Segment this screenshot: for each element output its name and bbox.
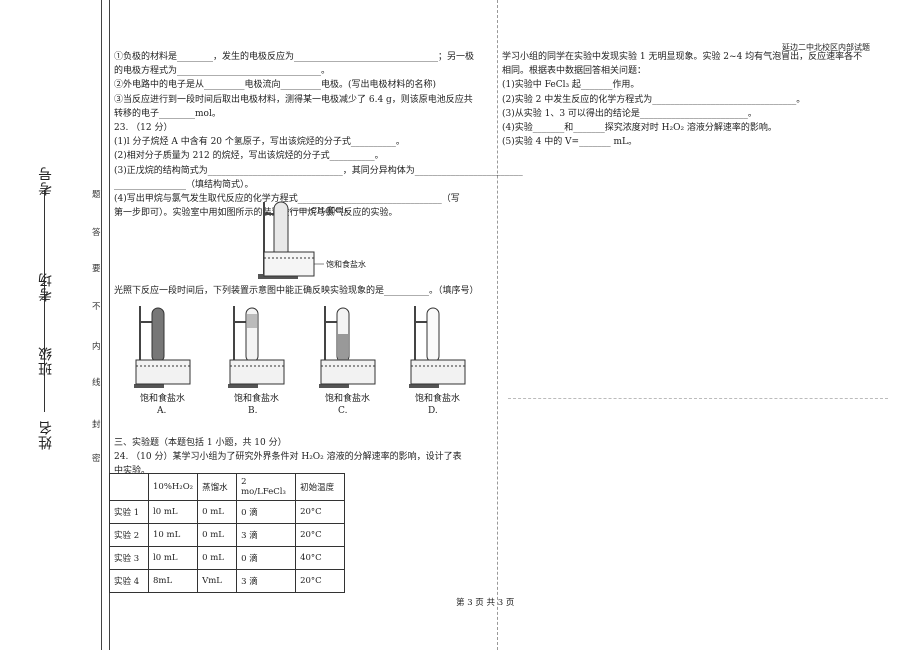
seal-char-5: 不 bbox=[92, 302, 101, 312]
question-line-wrap: 光照下反应一段时间后，下列装置示意图中能正确反映实验现象的是__________… bbox=[114, 285, 479, 299]
text-line: (4)实验_______和_______探究浓度对时 H₂O₂ 溶液分解速率的影… bbox=[502, 123, 777, 134]
table-cell: 20°C bbox=[295, 500, 346, 524]
table-cell: 20°C bbox=[295, 569, 346, 593]
option-c-caption: 饱和食盐水 bbox=[325, 394, 371, 404]
option-d-caption: 饱和食盐水 bbox=[415, 394, 461, 404]
option-c-letter: C. bbox=[338, 406, 348, 416]
table-cell: l0 mL bbox=[147, 500, 199, 524]
seal-char-8: 题 bbox=[92, 190, 101, 200]
text-line: ________________（填结构简式）。 bbox=[114, 179, 254, 190]
table-cell: 40°C bbox=[295, 546, 346, 570]
text-line: 的电极方程式为________________________________。 bbox=[114, 66, 331, 77]
text-line: (1)实验中 FeCl₃ 起_______作用。 bbox=[502, 80, 640, 91]
text-line: (2)相对分子质量为 212 的烷烃，写出该烷烃的分子式__________。 bbox=[114, 151, 384, 162]
table-cell: 实验 4 bbox=[109, 569, 149, 593]
question-line: 光照下反应一段时间后，下列装置示意图中能正确反映实验现象的是__________… bbox=[114, 286, 479, 296]
right-column-rule bbox=[508, 398, 888, 399]
table-header-cell: 10%H₂O₂ bbox=[147, 473, 199, 501]
table-cell: 3 滴 bbox=[236, 523, 297, 547]
option-b-caption: 饱和食盐水 bbox=[234, 394, 280, 404]
option-d-letter: D. bbox=[428, 406, 438, 416]
liquid-label: 饱和食盐水 bbox=[326, 260, 366, 269]
table-row: 实验 2 10 mL 0 mL 3 滴 20°C bbox=[109, 523, 346, 547]
text-line: (3)从实验 1、3 可以得出的结论是_____________________… bbox=[502, 108, 757, 119]
table-header-cell bbox=[109, 473, 149, 501]
table-cell: 0 mL bbox=[197, 523, 238, 547]
text-line: 转移的电子________mol。 bbox=[114, 108, 221, 119]
text-line: (2)实验 2 中发生反应的化学方程式为____________________… bbox=[502, 94, 806, 105]
gas-label: CH₄和Cl₂ bbox=[311, 206, 348, 215]
option-a-caption: 饱和食盐水 bbox=[140, 394, 186, 404]
table-row: 实验 1 l0 mL 0 mL 0 滴 20°C bbox=[109, 500, 346, 524]
table-cell: 实验 3 bbox=[109, 546, 149, 570]
table-cell: 0 mL bbox=[197, 500, 238, 524]
table-cell: 8mL bbox=[147, 569, 199, 593]
room-label: 考场 bbox=[38, 272, 54, 302]
table-cell: 3 滴 bbox=[236, 569, 297, 593]
table-cell: 实验 2 bbox=[109, 523, 149, 547]
number-label: 考号 bbox=[38, 166, 54, 196]
option-a-figure bbox=[134, 306, 191, 388]
table-row: 实验 3 l0 mL 0 mL 0 滴 40°C bbox=[109, 546, 346, 570]
seal-char-2: 封 bbox=[92, 420, 101, 430]
seal-char-1: 密 bbox=[92, 454, 101, 464]
section-title: 三、实验题（本题包括 1 小题，共 10 分） bbox=[114, 438, 287, 448]
table-header-cell: 初始温度 bbox=[295, 473, 346, 501]
table-cell: VmL bbox=[197, 569, 238, 593]
text-line: (1)l 分子烷烃 A 中含有 20 个氢原子，写出该烷烃的分子式_______… bbox=[114, 137, 405, 148]
text-line: 相同。根据表中数据回答相关问题： bbox=[502, 66, 647, 77]
table-header-cell: 蒸馏水 bbox=[197, 473, 238, 501]
text-line: 学习小组的同学在实验中发现实验 1 无明显现象。实验 2~4 均有气泡冒出，反应… bbox=[502, 52, 863, 62]
experiment-table: 10%H₂O₂ 蒸馏水 2 mo/LFeCl₃ 初始温度 实验 1 l0 mL … bbox=[109, 473, 346, 593]
option-d-figure bbox=[409, 306, 466, 388]
seal-char-3: 线 bbox=[92, 378, 101, 388]
table-header-cell: 2 mo/LFeCl₃ bbox=[236, 473, 297, 501]
option-c-figure bbox=[319, 306, 376, 388]
option-a-letter: A. bbox=[157, 406, 167, 416]
page-footer: 第 3 页 共 3 页 bbox=[456, 598, 515, 608]
text-line: (3)正戊烷的结构简式为____________________________… bbox=[114, 165, 523, 176]
table-cell: 实验 1 bbox=[109, 500, 149, 524]
table-cell: 0 滴 bbox=[236, 546, 297, 570]
q24-line-1: 24. （10 分）某学习小组为了研究外界条件对 H₂O₂ 溶液的分解速率的影响… bbox=[114, 452, 462, 463]
table-cell: l0 mL bbox=[147, 546, 199, 570]
option-b-figure bbox=[228, 306, 285, 388]
seal-char-4: 内 bbox=[92, 342, 101, 352]
binding-line-outer bbox=[101, 0, 102, 650]
table-row: 实验 4 8mL VmL 3 滴 20°C bbox=[109, 569, 346, 593]
table-header-row: 10%H₂O₂ 蒸馏水 2 mo/LFeCl₃ 初始温度 bbox=[109, 473, 346, 501]
class-label: 班级 bbox=[38, 346, 54, 376]
text-line: (5)实验 4 中的 V=_______ mL。 bbox=[502, 137, 637, 148]
seal-char-6: 要 bbox=[92, 264, 101, 274]
text-line: ②外电路中的电子是从_________电极流向_________电极。(写出电极… bbox=[114, 80, 437, 91]
room-blank bbox=[44, 190, 45, 266]
table-cell: 20°C bbox=[295, 523, 346, 547]
option-b-letter: B. bbox=[248, 406, 258, 416]
text-line: 23. （12 分） bbox=[114, 123, 173, 134]
text-line: ③当反应进行到一段时间后取出电极材料，测得某一电极减少了 6.4 g，则该原电池… bbox=[114, 94, 473, 105]
apparatus-figure bbox=[258, 201, 324, 279]
right-column: 学习小组的同学在实验中发现实验 1 无明显现象。实验 2~4 均有气泡冒出，反应… bbox=[502, 51, 862, 150]
name-label: 姓名 bbox=[38, 420, 54, 450]
table-cell: 10 mL bbox=[147, 523, 199, 547]
table-cell: 0 滴 bbox=[236, 500, 297, 524]
text-line: ①负极的材料是________，发生的电极反应为________________… bbox=[114, 52, 475, 62]
table-cell: 0 mL bbox=[197, 546, 238, 570]
seal-char-7: 答 bbox=[92, 228, 101, 238]
